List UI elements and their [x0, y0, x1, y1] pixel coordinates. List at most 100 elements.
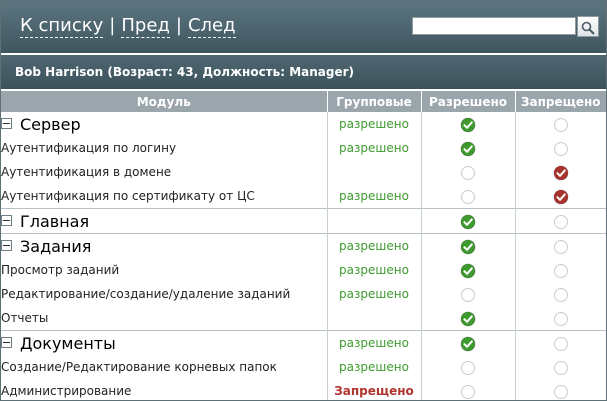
group-permission-cell: разрешено [327, 184, 422, 209]
table-row-group: Задания разрешено [1, 233, 606, 258]
group-permission-cell: разрешено [327, 330, 422, 355]
search-input[interactable] [412, 17, 576, 35]
empty-radio-icon[interactable] [553, 214, 569, 230]
module-cell: Задания [1, 233, 328, 258]
magnifier-icon [581, 21, 595, 35]
collapse-minus-icon[interactable] [1, 117, 12, 129]
allowed-cell [421, 160, 516, 184]
allowed-cell [421, 282, 516, 306]
allowed-check-icon[interactable] [460, 117, 476, 133]
module-name: Аутентификация по сертификату от ЦС [1, 189, 255, 203]
table-row: Администрирование Запрещено [1, 379, 606, 400]
allowed-check-icon[interactable] [460, 336, 476, 352]
module-name: Аутентификация в домене [1, 165, 172, 179]
allowed-check-icon[interactable] [460, 263, 476, 279]
module-cell: Отчеты [1, 306, 328, 331]
denied-cell [515, 136, 606, 160]
module-name: Главная [20, 211, 90, 231]
table-row: Аутентификация по логину разрешено [1, 136, 606, 160]
module-name: Создание/Редактирование корневых папок [1, 360, 277, 374]
empty-radio-icon[interactable] [553, 384, 569, 400]
module-name: Задания [20, 236, 92, 256]
group-permission-cell [327, 208, 422, 234]
module-cell: Создание/Редактирование корневых папок [1, 355, 328, 379]
record-navigation: К списку | Пред | След [20, 15, 236, 38]
group-permission-cell: разрешено [327, 112, 422, 136]
empty-radio-icon[interactable] [460, 287, 476, 303]
group-permission-cell [327, 306, 422, 331]
allowed-check-icon[interactable] [460, 311, 476, 327]
next-link[interactable]: След [187, 15, 236, 38]
empty-radio-icon[interactable] [553, 311, 569, 327]
module-name: Документы [20, 333, 116, 353]
allowed-cell [421, 306, 516, 331]
module-cell: Аутентификация в домене [1, 160, 328, 184]
empty-radio-icon[interactable] [553, 360, 569, 376]
allowed-cell [421, 330, 516, 355]
empty-radio-icon[interactable] [460, 360, 476, 376]
allowed-check-icon[interactable] [460, 141, 476, 157]
allowed-cell [421, 258, 516, 282]
module-cell: Просмотр заданий [1, 258, 328, 282]
group-permission-label: разрешено [339, 141, 409, 155]
empty-radio-icon[interactable] [460, 189, 476, 205]
group-permission-cell: Запрещено [327, 379, 422, 400]
group-permission-cell: разрешено [327, 136, 422, 160]
table-row-group: Сервер разрешено [1, 112, 606, 136]
empty-radio-icon[interactable] [553, 239, 569, 255]
group-permission-label: разрешено [339, 239, 409, 253]
denied-cell [515, 160, 606, 184]
table-row: Редактирование/создание/удаление заданий… [1, 282, 606, 306]
allowed-cell [421, 184, 516, 209]
back-to-list-link[interactable]: К списку [20, 15, 104, 38]
empty-radio-icon[interactable] [553, 287, 569, 303]
module-name: Аутентификация по логину [1, 141, 177, 155]
group-permission-cell: разрешено [327, 258, 422, 282]
denied-cell [515, 379, 606, 400]
top-toolbar: К списку | Пред | След [1, 1, 606, 53]
allowed-check-icon[interactable] [460, 214, 476, 230]
empty-radio-icon[interactable] [553, 141, 569, 157]
denied-check-icon[interactable] [553, 165, 569, 181]
module-cell: Главная [1, 208, 328, 234]
group-permission-label: разрешено [339, 336, 409, 350]
module-name: Редактирование/создание/удаление заданий [1, 287, 291, 301]
empty-radio-icon[interactable] [553, 263, 569, 279]
module-cell: Аутентификация по логину [1, 136, 328, 160]
column-header-denied: Запрещено [515, 91, 606, 112]
empty-radio-icon[interactable] [553, 117, 569, 133]
table-row-group: Главная [1, 208, 606, 234]
search-button[interactable] [577, 16, 599, 37]
allowed-check-icon[interactable] [460, 239, 476, 255]
module-name: Просмотр заданий [1, 263, 120, 277]
empty-radio-icon[interactable] [460, 384, 476, 400]
module-name: Сервер [20, 114, 81, 134]
collapse-minus-icon[interactable] [1, 336, 12, 348]
column-header-group: Групповые [327, 91, 422, 112]
table-row-group: Документы разрешено [1, 330, 606, 355]
module-cell: Редактирование/создание/удаление заданий [1, 282, 328, 306]
permissions-window: К списку | Пред | След Bob Harrison (Возраст… [0, 0, 607, 401]
collapse-minus-icon[interactable] [1, 239, 12, 251]
prev-link[interactable]: Пред [121, 15, 170, 38]
table-row: Аутентификация в домене [1, 160, 606, 184]
group-permission-label: разрешено [339, 263, 409, 277]
empty-radio-icon[interactable] [553, 336, 569, 352]
table-row: Создание/Редактирование корневых папок ра… [1, 355, 606, 379]
permissions-table: Модуль Групповые Разрешено Запрещено Сер… [1, 91, 606, 400]
allowed-cell [421, 136, 516, 160]
empty-radio-icon[interactable] [460, 165, 476, 181]
table-row: Отчеты [1, 306, 606, 331]
group-permission-cell: разрешено [327, 282, 422, 306]
group-permission-cell [327, 160, 422, 184]
user-title: Bob Harrison (Возраст: 43, Должность: Ma… [15, 65, 355, 79]
collapse-minus-icon[interactable] [1, 214, 12, 226]
denied-check-icon[interactable] [553, 189, 569, 205]
table-row: Просмотр заданий разрешено [1, 258, 606, 282]
denied-cell [515, 258, 606, 282]
user-info-bar: Bob Harrison (Возраст: 43, Должность: Ma… [1, 55, 606, 89]
module-cell: Сервер [1, 112, 328, 136]
group-permission-cell: разрешено [327, 233, 422, 258]
module-cell: Администрирование [1, 379, 328, 400]
table-header-row: Модуль Групповые Разрешено Запрещено [1, 91, 606, 112]
